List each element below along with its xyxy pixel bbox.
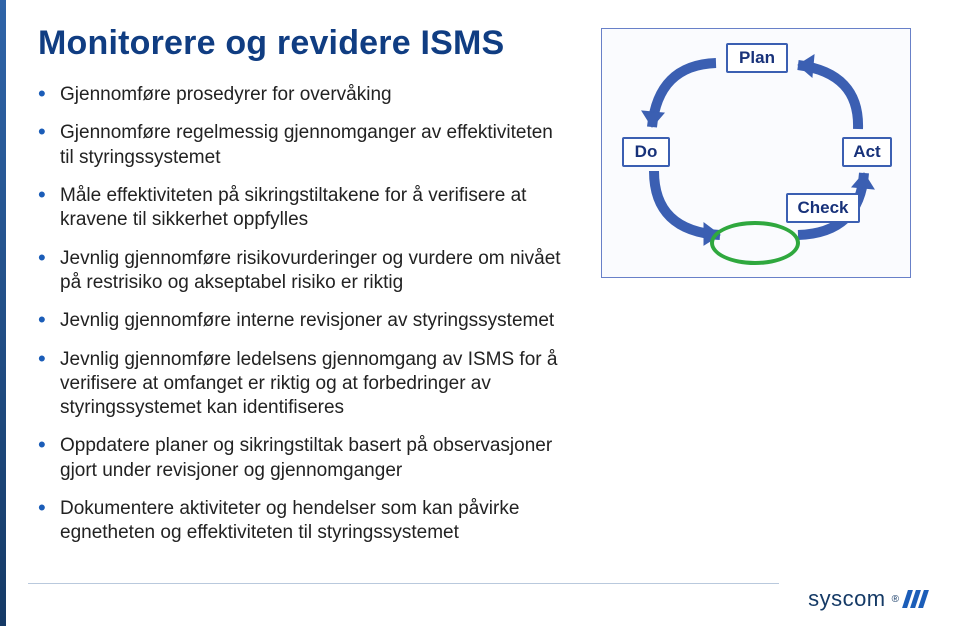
footer-logo: syscom ®	[808, 586, 929, 612]
pdca-check-box: Check	[786, 193, 860, 223]
pdca-do-box: Do	[622, 137, 670, 167]
bullet-item: Gjennomføre regelmessig gjennomganger av…	[38, 121, 567, 170]
bullet-item: Jevnlig gjennomføre risikovurderinger og…	[38, 247, 567, 296]
pdca-diagram: Plan Do Check Act	[601, 28, 911, 278]
pdca-check-highlight-ring	[710, 221, 800, 265]
bullet-item: Jevnlig gjennomføre interne revisjoner a…	[38, 309, 567, 333]
bullet-item: Gjennomføre prosedyrer for overvåking	[38, 83, 567, 107]
pdca-plan-box: Plan	[726, 43, 788, 73]
registered-mark: ®	[892, 594, 899, 605]
footer-logo-text: syscom	[808, 586, 886, 612]
bullet-item: Jevnlig gjennomføre ledelsens gjennomgan…	[38, 348, 567, 421]
pdca-arrow-plan-to-do	[640, 53, 726, 139]
footer-logo-mark-icon	[905, 590, 929, 608]
slide: Monitorere og revidere ISMS Gjennomføre …	[0, 0, 959, 626]
page-title: Monitorere og revidere ISMS	[38, 24, 567, 63]
main-row: Monitorere og revidere ISMS Gjennomføre …	[38, 24, 921, 560]
pdca-arrow-act-to-plan	[788, 53, 874, 139]
footer-divider	[28, 583, 779, 584]
pdca-act-box: Act	[842, 137, 892, 167]
bullet-item: Oppdatere planer og sikringstiltak baser…	[38, 434, 567, 483]
pdca-diagram-column: Plan Do Check Act	[591, 24, 921, 560]
text-column: Monitorere og revidere ISMS Gjennomføre …	[38, 24, 567, 560]
bullet-list: Gjennomføre prosedyrer for overvåking Gj…	[38, 83, 567, 546]
bullet-item: Måle effektiviteten på sikringstiltakene…	[38, 184, 567, 233]
bullet-item: Dokumentere aktiviteter og hendelser som…	[38, 497, 567, 546]
